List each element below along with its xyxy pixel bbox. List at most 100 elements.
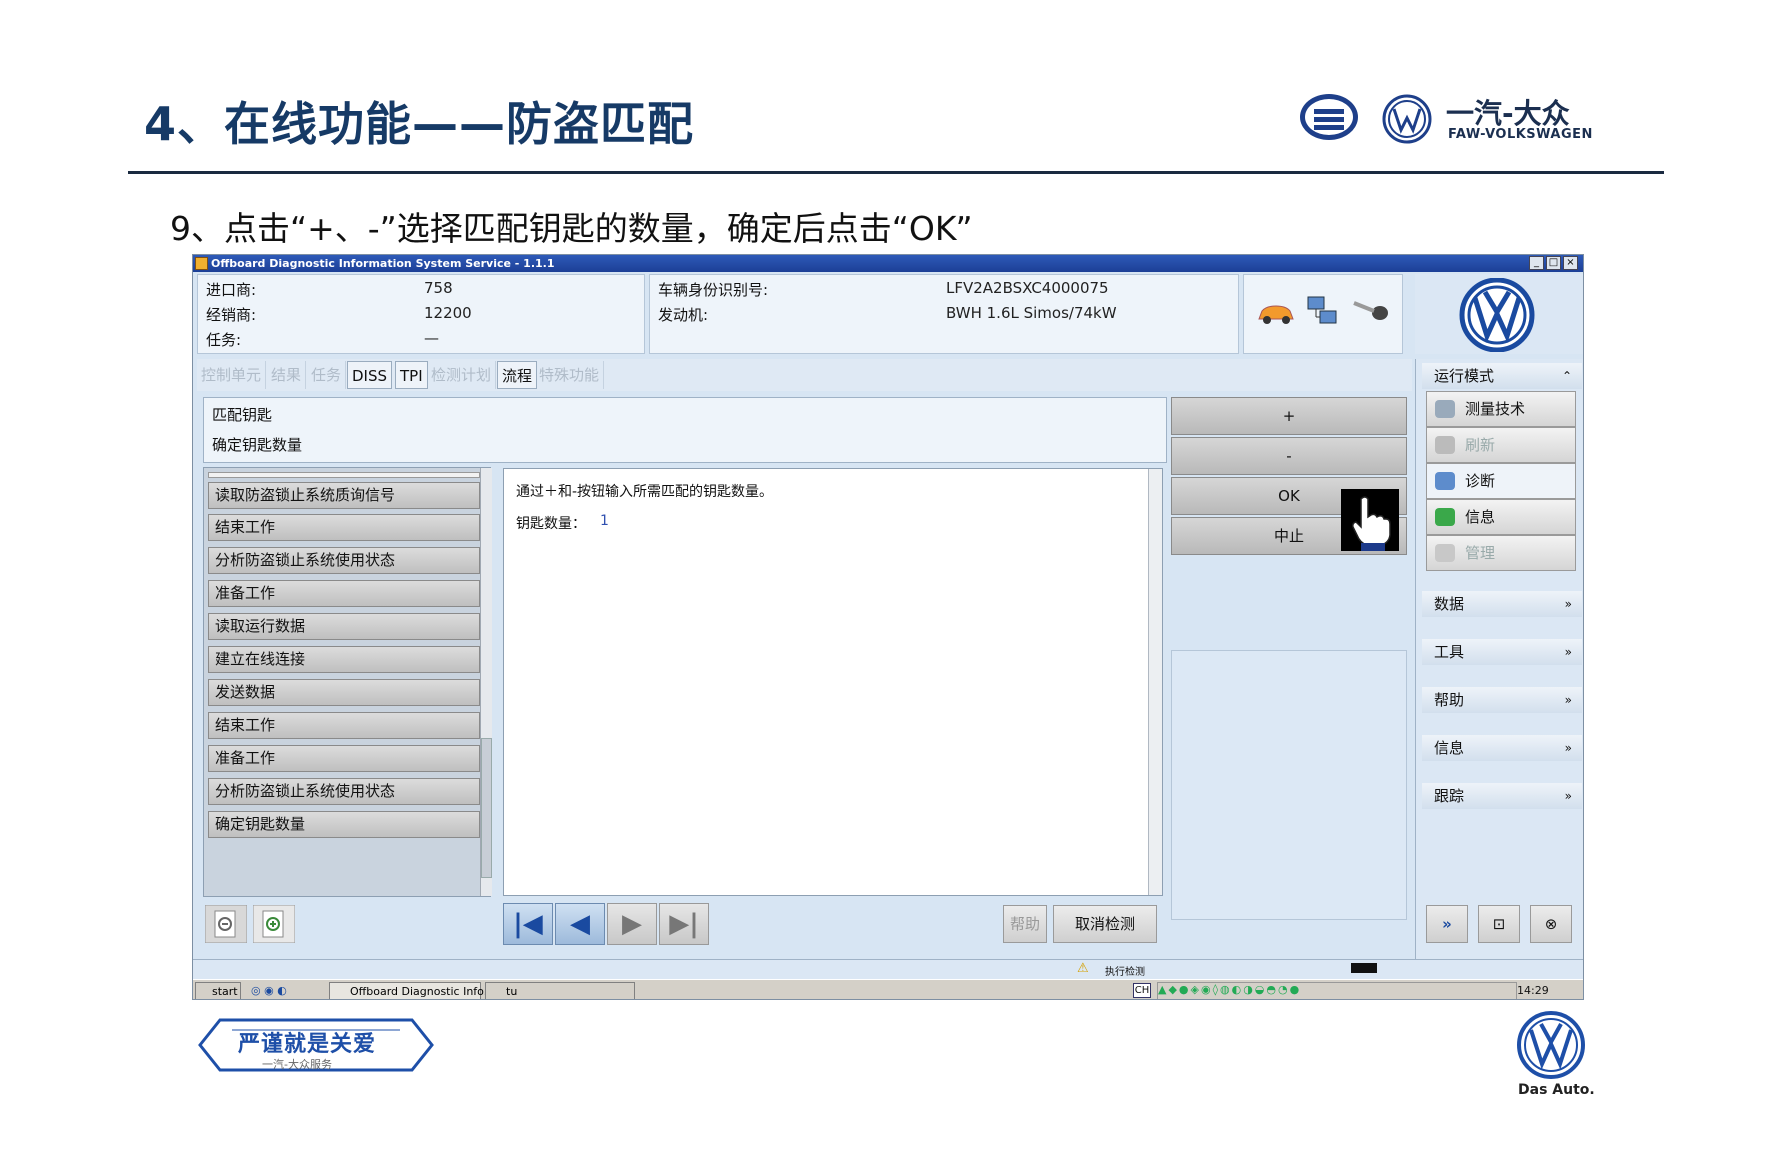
section-trace-label: 跟踪 [1434, 787, 1465, 805]
tab-tpi[interactable]: TPI [395, 361, 428, 389]
vw-logo-icon [1382, 94, 1432, 144]
section-tools[interactable]: 工具 » [1422, 639, 1582, 665]
vw-logo-bottom-icon [1517, 1011, 1585, 1079]
tab-special-functions: 特殊功能 [535, 361, 605, 389]
section-tools-label: 工具 [1434, 643, 1465, 661]
cancel-test-button[interactable]: 取消检测 [1053, 905, 1157, 943]
list-item[interactable]: 读取防盗锁止系统质询信号 [208, 482, 480, 509]
service-slogan-sub: 一汽-大众服务 [262, 1058, 332, 1071]
faw-logo-icon [1300, 94, 1358, 140]
tab-tasks: 任务 [307, 361, 347, 389]
window-title: Offboard Diagnostic Information System S… [211, 257, 555, 270]
close-button[interactable]: × [1563, 256, 1578, 270]
tab-test-plan: 检测计划 [427, 361, 497, 389]
section-info-label: 信息 [1434, 739, 1465, 757]
refresh-icon [1435, 436, 1455, 454]
maximize-button[interactable]: □ [1546, 256, 1561, 270]
vw-emblem-icon [1459, 278, 1535, 352]
previous-step-button[interactable]: ◀ [555, 903, 605, 945]
connection-status-panel [1243, 274, 1403, 354]
operation-mode-label: 运行模式 [1434, 367, 1495, 385]
zoom-out-icon[interactable] [205, 905, 247, 943]
network-icon [1307, 296, 1337, 324]
tab-results: 结果 [267, 361, 307, 389]
task-label: 任务: [206, 331, 242, 349]
instruction-text: 通过＋和-按钮输入所需匹配的钥匙数量。 [516, 484, 774, 500]
quick-launch-icons[interactable]: ◎ ◉ ◐ [251, 984, 307, 998]
section-info[interactable]: 信息 » [1422, 735, 1582, 761]
mode-diagnosis-button[interactable]: 诊断 [1426, 463, 1576, 499]
key-icon [1353, 301, 1388, 320]
list-item[interactable]: 发送数据 [208, 679, 480, 706]
minimize-button[interactable]: _ [1529, 256, 1544, 270]
main-tabs: 控制单元 结果 任务 DISS TPI 检测计划 流程 特殊功能 [197, 359, 1412, 391]
progress-indicator [1351, 963, 1377, 973]
engine-label: 发动机: [658, 306, 709, 324]
task-value: — [424, 329, 439, 347]
tab-diss[interactable]: DISS [347, 361, 393, 389]
list-item[interactable]: 读取运行数据 [208, 613, 480, 640]
instruction-scrollbar[interactable] [1148, 469, 1162, 895]
brand-name-en: FAW-VOLKSWAGEN [1448, 127, 1593, 142]
list-item[interactable]: 分析防盗锁止系统使用状态 [208, 547, 480, 574]
zoom-in-icon[interactable] [253, 905, 295, 943]
first-step-button[interactable]: |◀ [503, 903, 553, 945]
gear-icon [1435, 544, 1455, 562]
start-button[interactable]: start [195, 982, 241, 999]
app-icon [195, 257, 208, 270]
taskbar-folder-tu[interactable]: tu [485, 982, 635, 999]
mode-info-button[interactable]: 信息 [1426, 499, 1576, 535]
hand-cursor-icon [1341, 489, 1399, 551]
instruction-pane: 通过＋和-按钮输入所需匹配的钥匙数量。 钥匙数量： 1 [503, 468, 1163, 896]
system-tray-icons[interactable]: ▲◆●◈◉◊◍◐◑◒◓◔● [1157, 982, 1517, 999]
section-trace[interactable]: 跟踪 » [1422, 783, 1582, 809]
info-books-icon [1435, 508, 1455, 526]
chevron-up-icon: ⌃ [1561, 369, 1572, 383]
chevron-down-icon: » [1564, 789, 1572, 803]
mode-measurement-button[interactable]: 测量技术 [1426, 391, 1576, 427]
key-count-value: 1 [600, 513, 609, 529]
mode-diagnosis-label: 诊断 [1465, 472, 1496, 490]
dealer-info-panel: 进口商: 758 经销商: 12200 任务: — [197, 274, 645, 354]
last-step-button[interactable]: ▶| [659, 903, 709, 945]
expand-icon[interactable]: » [1426, 905, 1468, 943]
list-item[interactable]: 准备工作 [208, 580, 480, 607]
stethoscope-icon [1435, 472, 1455, 490]
slide-instruction: 9、点击“+、-”选择匹配钥匙的数量，确定后点击“OK” [170, 209, 973, 248]
list-item[interactable]: 结束工作 [208, 514, 480, 541]
list-item[interactable]: 分析防盗锁止系统使用状态 [208, 778, 480, 805]
list-item[interactable]: 建立在线连接 [208, 646, 480, 673]
plus-button[interactable]: + [1171, 397, 1407, 435]
next-step-button[interactable]: ▶ [607, 903, 657, 945]
section-help[interactable]: 帮助 » [1422, 687, 1582, 713]
dealer-label: 经销商: [206, 306, 257, 324]
list-item[interactable]: 准备工作 [208, 745, 480, 772]
tab-procedure[interactable]: 流程 [497, 361, 538, 389]
section-data[interactable]: 数据 » [1422, 591, 1582, 617]
vin-label: 车辆身份识别号: [658, 281, 769, 299]
key-count-label: 钥匙数量： [516, 516, 586, 532]
car-icon [1258, 305, 1294, 324]
help-button[interactable]: 帮助 [1003, 905, 1047, 943]
section-help-label: 帮助 [1434, 691, 1465, 709]
section-data-label: 数据 [1434, 595, 1465, 613]
taskbar-odis-app[interactable]: Offboard Diagnostic Info... [329, 982, 494, 999]
step-list-scrollbar[interactable] [480, 468, 492, 896]
list-item[interactable]: 确定钥匙数量 [208, 811, 480, 838]
exit-icon[interactable]: ⊗ [1530, 905, 1572, 943]
mode-admin-label: 管理 [1465, 544, 1496, 562]
language-indicator[interactable]: CH [1133, 983, 1151, 998]
vehicle-info-panel: 车辆身份识别号: LFV2A2BSXC4000075 发动机: BWH 1.6L… [649, 274, 1239, 354]
service-slogan: 严谨就是关爱 [238, 1032, 377, 1057]
odis-window: Offboard Diagnostic Information System S… [192, 254, 1584, 1000]
mode-measurement-label: 测量技术 [1465, 400, 1526, 418]
vw-logo-panel [1415, 274, 1583, 354]
engine-value: BWH 1.6L Simos/74kW [946, 304, 1117, 322]
status-text: 执行检测 [1105, 967, 1145, 978]
list-item[interactable]: 结束工作 [208, 712, 480, 739]
window-titlebar: Offboard Diagnostic Information System S… [193, 255, 1583, 272]
fit-screen-icon[interactable]: ⊡ [1478, 905, 1520, 943]
right-sidebar: 运行模式 ⌃ 测量技术 刷新 诊断 信息 管理 数据 » 工具 » 帮助 » 信息 » 跟… [1415, 359, 1583, 979]
minus-button[interactable]: - [1171, 437, 1407, 475]
operation-mode-header[interactable]: 运行模式 ⌃ [1422, 363, 1582, 389]
